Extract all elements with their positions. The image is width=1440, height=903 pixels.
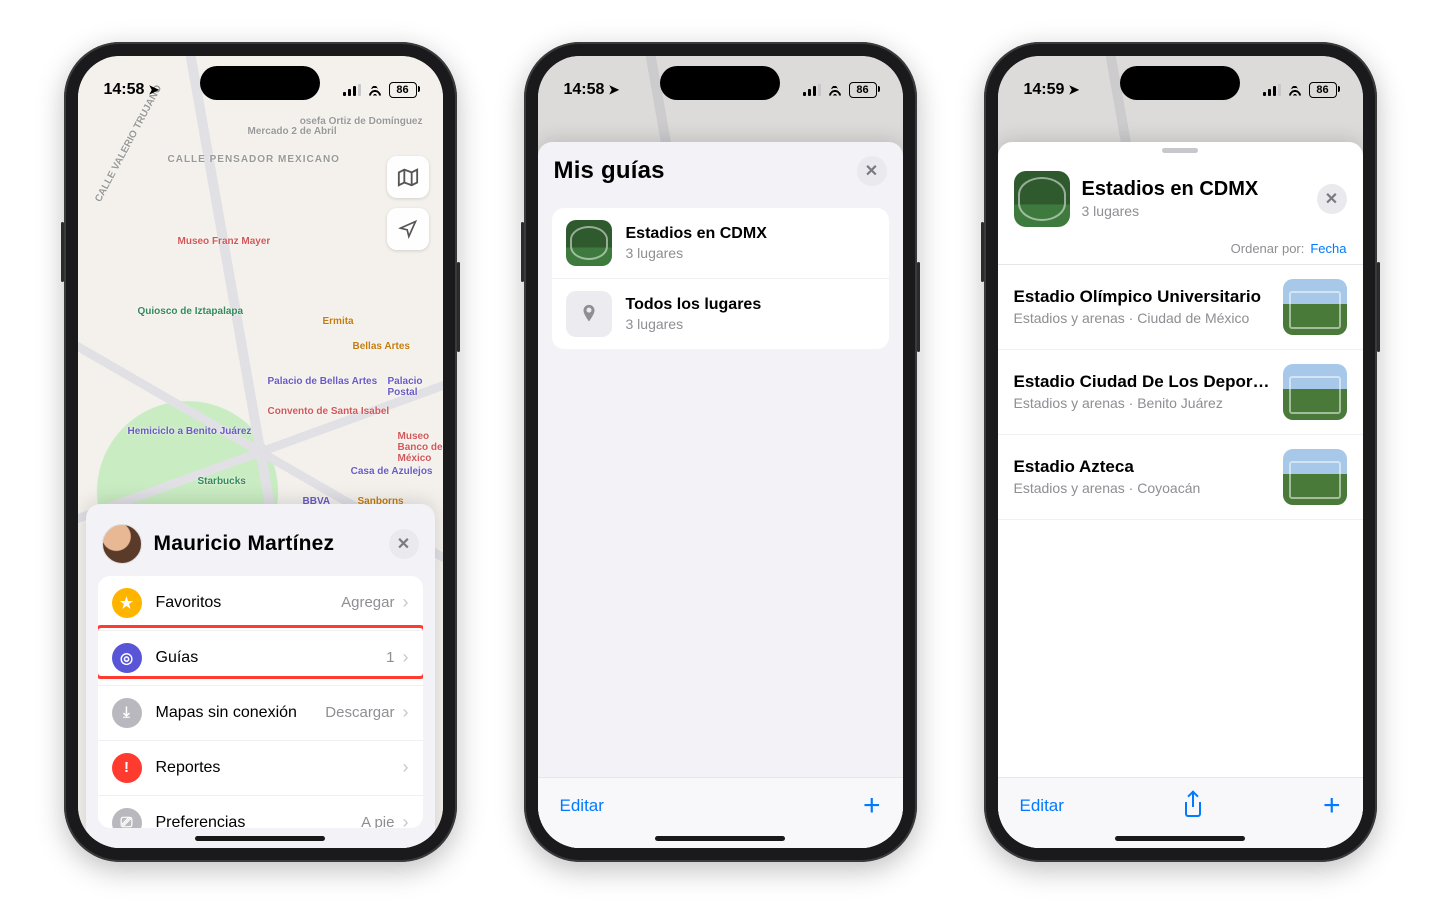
wifi-icon	[367, 84, 383, 96]
share-button[interactable]	[1182, 795, 1204, 817]
poi-convento: Convento de Santa Isabel	[268, 406, 390, 417]
battery-icon: 86	[389, 82, 417, 98]
add-button[interactable]: +	[863, 791, 881, 821]
guide-thumbnail	[1014, 171, 1070, 227]
close-button[interactable]: ✕	[389, 529, 419, 559]
avatar[interactable]	[102, 524, 142, 564]
phone-3: 14:59 ➤ 86 Estadios en CDMX 3 lugares	[984, 42, 1377, 862]
menu-offline-maps[interactable]: ⤓ Mapas sin conexión Descargar›	[98, 686, 423, 741]
poi-mercado: Mercado 2 de Abril	[248, 126, 337, 137]
edit-button[interactable]: Editar	[560, 796, 604, 816]
location-arrow-icon: ➤	[1068, 82, 1079, 98]
place-thumbnail	[1283, 449, 1347, 505]
poi-azulejos: Casa de Azulejos	[351, 466, 433, 477]
phone-1: 14:58 ➤ 86 Mercado 2 de Abril osefa Orti…	[64, 42, 457, 862]
menu-reportes[interactable]: ! Reportes ›	[98, 741, 423, 796]
menu-preferencias[interactable]: ⎚ Preferencias A pie›	[98, 796, 423, 828]
guide-title: Estadios en CDMX	[1082, 178, 1305, 201]
place-thumbnail	[1283, 279, 1347, 335]
close-button[interactable]: ✕	[857, 156, 887, 186]
poi-banco: Museo Banco de México	[398, 431, 443, 464]
guide-sub: 3 lugares	[1082, 203, 1305, 219]
map-mode-button[interactable]	[387, 156, 429, 198]
battery-icon: 86	[849, 82, 877, 98]
wifi-icon	[827, 84, 843, 96]
status-time: 14:59	[1024, 81, 1065, 99]
poi-starbucks: Starbucks	[198, 476, 246, 487]
guide-icon: ◎	[112, 643, 142, 673]
poi-hemiciclo: Hemiciclo a Benito Juárez	[128, 426, 252, 437]
report-icon: !	[112, 753, 142, 783]
poi-ermita: Ermita	[323, 316, 354, 327]
place-azteca[interactable]: Estadio Azteca Estadios y arenas · Coyoa…	[998, 435, 1363, 520]
guide-item-estadios[interactable]: Estadios en CDMX 3 lugares	[552, 208, 889, 279]
guides-sheet: Mis guías ✕ Estadios en CDMX 3 lugares	[538, 142, 903, 848]
sheet-grabber[interactable]	[1162, 148, 1198, 153]
guide-detail-sheet: Estadios en CDMX 3 lugares ✕ Ordenar por…	[998, 142, 1363, 848]
poi-franz: Museo Franz Mayer	[178, 236, 271, 247]
cell-signal-icon	[803, 84, 821, 96]
location-arrow-icon: ➤	[148, 82, 159, 98]
star-icon: ★	[112, 588, 142, 618]
dynamic-island	[660, 66, 780, 100]
download-icon: ⤓	[112, 698, 142, 728]
home-indicator[interactable]	[655, 836, 785, 841]
poi-ortiz: osefa Ortiz de Domínguez	[300, 116, 423, 127]
poi-bellas: Bellas Artes	[353, 341, 410, 352]
dynamic-island	[1120, 66, 1240, 100]
edit-button[interactable]: Editar	[1020, 796, 1064, 816]
chevron-right-icon: ›	[403, 592, 409, 613]
locate-button[interactable]	[387, 208, 429, 250]
location-arrow-icon: ➤	[608, 82, 619, 98]
chevron-right-icon: ›	[403, 702, 409, 723]
profile-sheet: Mauricio Martínez ✕ ★ Favoritos Agregar›…	[86, 504, 435, 848]
poi-quiosco: Quiosco de Iztapalapa	[138, 306, 244, 317]
poi-postal: Palacio Postal	[388, 376, 443, 398]
user-name: Mauricio Martínez	[154, 532, 377, 556]
guide-item-all-places[interactable]: Todos los lugares 3 lugares	[552, 279, 889, 349]
close-button[interactable]: ✕	[1317, 184, 1347, 214]
poi-pensador: CALLE PENSADOR MEXICANO	[168, 154, 340, 165]
home-indicator[interactable]	[195, 836, 325, 841]
add-button[interactable]: +	[1323, 791, 1341, 821]
chevron-right-icon: ›	[403, 757, 409, 778]
menu-guias[interactable]: ◎ Guías 1›	[98, 631, 423, 686]
sort-control[interactable]: Ordenar por: Fecha	[998, 237, 1363, 265]
poi-palacio: Palacio de Bellas Artes	[268, 376, 378, 387]
pin-icon	[566, 291, 612, 337]
cell-signal-icon	[1263, 84, 1281, 96]
place-thumbnail	[1283, 364, 1347, 420]
chevron-right-icon: ›	[403, 647, 409, 668]
guide-thumbnail	[566, 220, 612, 266]
place-deportes[interactable]: Estadio Ciudad De Los Deport… Estadios y…	[998, 350, 1363, 435]
chevron-right-icon: ›	[403, 812, 409, 828]
wifi-icon	[1287, 84, 1303, 96]
cell-signal-icon	[343, 84, 361, 96]
status-time: 14:58	[564, 81, 605, 99]
home-indicator[interactable]	[1115, 836, 1245, 841]
phone-2: 14:58 ➤ 86 Mis guías ✕	[524, 42, 917, 862]
sheet-title: Mis guías	[554, 157, 845, 185]
battery-icon: 86	[1309, 82, 1337, 98]
menu-favoritos[interactable]: ★ Favoritos Agregar›	[98, 576, 423, 631]
status-time: 14:58	[104, 81, 145, 99]
place-olimpico[interactable]: Estadio Olímpico Universitario Estadios …	[998, 265, 1363, 350]
dynamic-island	[200, 66, 320, 100]
settings-icon: ⎚	[112, 808, 142, 828]
